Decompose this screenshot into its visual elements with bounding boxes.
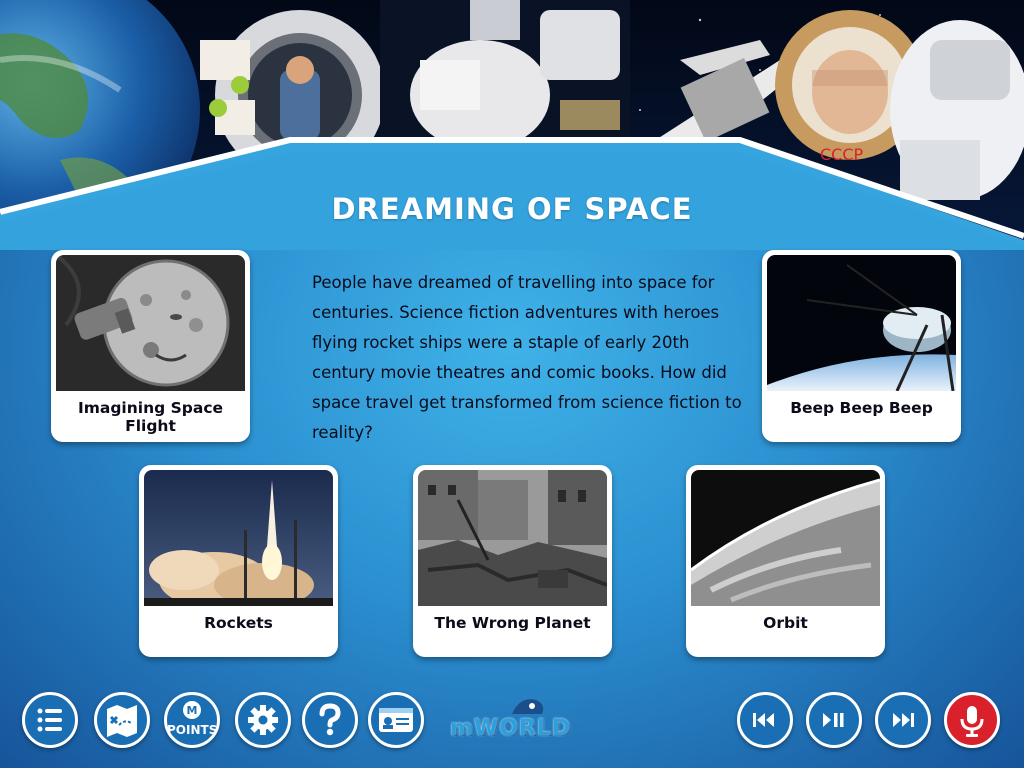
logo-text: mWORLD xyxy=(450,716,572,741)
rewind-button[interactable] xyxy=(737,692,793,748)
card-beep-beep-beep[interactable]: Beep Beep Beep xyxy=(762,250,961,442)
card-label: Rockets xyxy=(204,614,273,632)
menu-button[interactable] xyxy=(22,692,78,748)
map-icon xyxy=(107,705,137,737)
page-title: DREAMING OF SPACE xyxy=(331,192,693,226)
card-image xyxy=(691,470,880,606)
microphone-icon xyxy=(960,706,984,737)
play-pause-icon xyxy=(823,713,844,727)
svg-text:CCCP: CCCP xyxy=(820,145,864,164)
card-image xyxy=(418,470,607,606)
help-button[interactable] xyxy=(302,692,358,748)
card-label: The Wrong Planet xyxy=(434,614,591,632)
fast-forward-button[interactable] xyxy=(875,692,931,748)
record-button[interactable] xyxy=(944,692,1000,748)
card-orbit[interactable]: Orbit xyxy=(686,465,885,657)
settings-icon xyxy=(248,705,278,735)
card-label: Orbit xyxy=(763,614,808,632)
fast-forward-icon xyxy=(893,713,914,727)
card-image xyxy=(56,255,245,391)
moon-face-image xyxy=(56,255,245,391)
intro-paragraph: People have dreamed of travelling into s… xyxy=(312,273,742,442)
card-the-wrong-planet[interactable]: The Wrong Planet xyxy=(413,465,612,657)
card-label: Imagining Space Flight xyxy=(77,399,224,435)
earth-orbit-photo xyxy=(691,470,880,606)
bombed-city-image xyxy=(418,470,607,606)
card-imagining-space-flight[interactable]: Imagining Space Flight xyxy=(51,250,250,442)
mworld-logo: mWORLD xyxy=(450,694,570,750)
points-button[interactable]: M POINTS xyxy=(164,692,220,748)
points-label: POINTS xyxy=(167,723,218,737)
card-image xyxy=(767,255,956,391)
profile-card-button[interactable] xyxy=(368,692,424,748)
play-pause-button[interactable] xyxy=(806,692,862,748)
card-label: Beep Beep Beep xyxy=(790,399,933,417)
help-icon xyxy=(319,703,341,736)
menu-icon xyxy=(37,708,62,732)
card-image xyxy=(144,470,333,606)
settings-button[interactable] xyxy=(235,692,291,748)
map-button[interactable] xyxy=(94,692,150,748)
rewind-icon xyxy=(753,713,774,727)
card-rockets[interactable]: Rockets xyxy=(139,465,338,657)
points-icon: M xyxy=(183,701,201,719)
points-badge: M xyxy=(187,704,198,717)
id-card-icon xyxy=(379,708,413,732)
rocket-launch-image xyxy=(144,470,333,606)
sputnik-image xyxy=(767,255,956,391)
